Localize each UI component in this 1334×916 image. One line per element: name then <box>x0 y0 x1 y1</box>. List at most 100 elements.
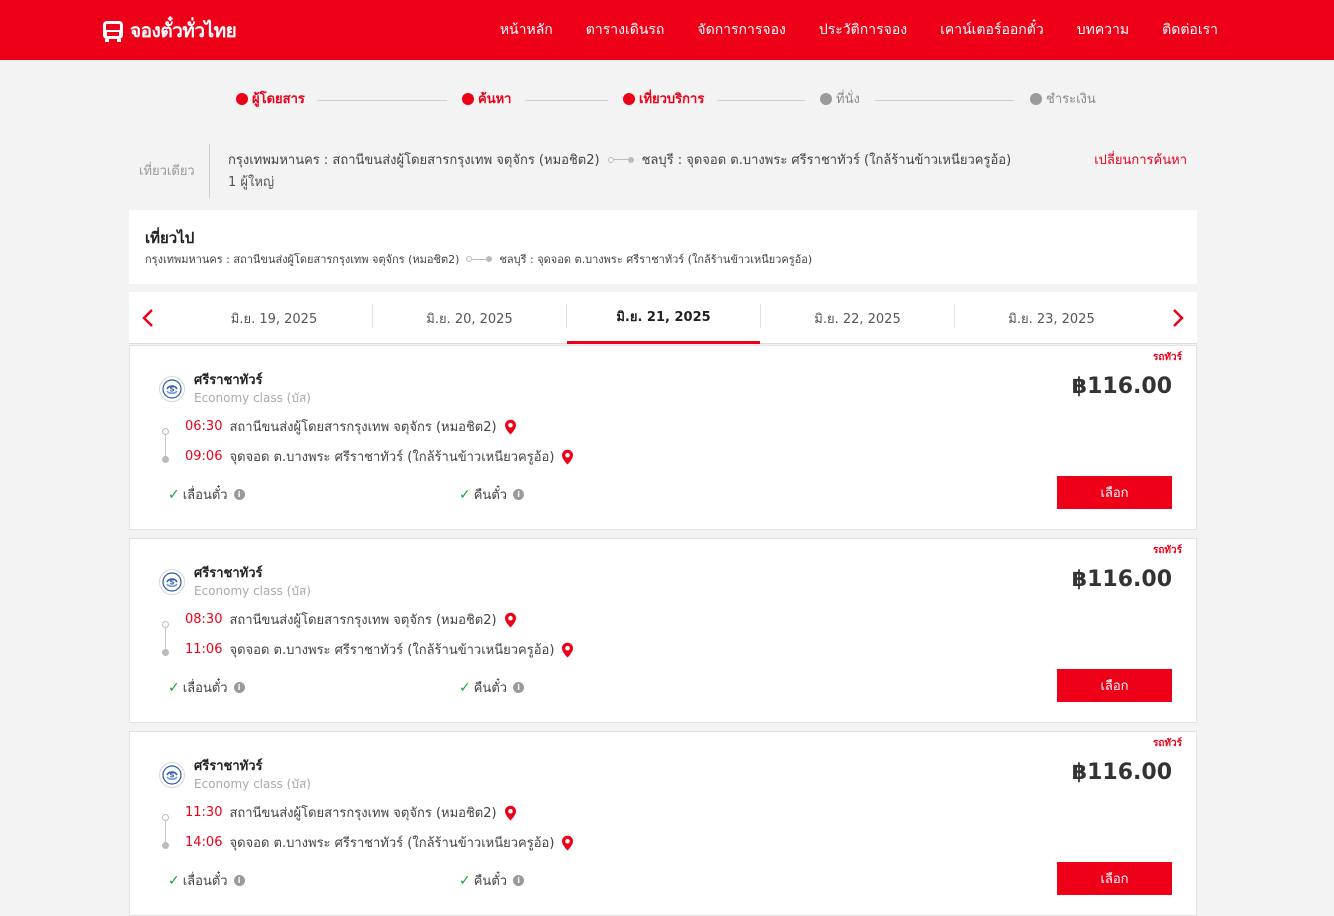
divider <box>209 144 210 198</box>
date-option[interactable]: มิ.ย. 20, 2025 <box>373 292 566 344</box>
info-icon[interactable]: i <box>233 489 245 500</box>
reschedule-policy: ✓ เลื่อนตั๋ว i <box>168 484 245 505</box>
arrival-place: จุดจอด ต.บางพระ ศรีราชาทัวร์ (ใกล้ร้านข้… <box>229 450 555 465</box>
operator-name: ศรีราชาทัวร์ <box>194 759 263 774</box>
departure-place: สถานีขนส่งผู้โดยสารกรุงเทพ จตุจักร (หมอช… <box>229 420 497 435</box>
outbound-destination: ชลบุรี : จุดจอด ต.บางพระ ศรีราชาทัวร์ (ใ… <box>499 253 813 266</box>
map-pin-icon[interactable] <box>504 805 517 821</box>
check-icon: ✓ <box>459 872 471 889</box>
arrival-time: 14:06 <box>185 835 223 850</box>
trip-price: ฿116.00 <box>1071 567 1172 592</box>
map-pin-icon[interactable] <box>504 419 517 435</box>
departure-time: 08:30 <box>185 612 223 627</box>
bus-type-tag: รถทัวร์ <box>1152 545 1182 556</box>
trip-card: รถทัวร์ S ศรีราชาทัวร์ Economy class (บัส) ฿… <box>129 538 1197 723</box>
select-trip-button[interactable]: เลือก <box>1057 862 1172 895</box>
info-icon[interactable]: i <box>233 875 245 886</box>
refund-policy: ✓ คืนตั๋ว i <box>459 484 525 505</box>
summary-origin: กรุงเทพมหานคร : สถานีขนส่งผู้โดยสารกรุงเ… <box>228 153 600 168</box>
nav-home[interactable]: หน้าหลัก <box>500 19 553 41</box>
chevron-right-icon[interactable] <box>1165 305 1191 331</box>
info-icon[interactable]: i <box>513 682 525 693</box>
reschedule-label: เลื่อนตั๋ว <box>182 681 228 696</box>
step-label: ที่นั่ง <box>836 92 860 107</box>
trip-type: เที่ยวเดียว <box>139 164 195 179</box>
info-icon[interactable]: i <box>513 875 525 886</box>
nav-booking-history[interactable]: ประวัติการจอง <box>819 19 907 41</box>
seat-class: Economy class (บัส) <box>194 391 311 405</box>
nav-ticket-counter[interactable]: เคาน์เตอร์ออกตั๋ว <box>940 19 1044 41</box>
route-timeline <box>162 621 170 656</box>
reschedule-label: เลื่อนตั๋ว <box>182 488 228 503</box>
refund-policy: ✓ คืนตั๋ว i <box>459 677 525 698</box>
check-icon: ✓ <box>168 872 180 889</box>
departure-place: สถานีขนส่งผู้โดยสารกรุงเทพ จตุจักร (หมอช… <box>229 806 497 821</box>
map-pin-icon[interactable] <box>561 449 574 465</box>
svg-text:S: S <box>169 772 174 780</box>
step-payment: ชำระเงิน <box>1030 88 1096 109</box>
site-logo[interactable]: จองตั๋วทั่วไทย <box>102 16 237 46</box>
departure-stop: 06:30 สถานีขนส่งผู้โดยสารกรุงเทพ จตุจักร … <box>185 416 517 437</box>
refund-label: คืนตั๋ว <box>473 681 508 696</box>
nav-schedule[interactable]: ตารางเดินรถ <box>586 19 665 41</box>
map-pin-icon[interactable] <box>504 612 517 628</box>
step-label: ค้นหา <box>478 92 512 107</box>
date-selector: มิ.ย. 19, 2025 มิ.ย. 20, 2025 มิ.ย. 21, … <box>129 292 1197 344</box>
outbound-header: เที่ยวไป กรุงเทพมหานคร : สถานีขนส่งผู้โด… <box>129 210 1197 284</box>
step-connector <box>525 100 608 101</box>
step-dot <box>820 92 832 105</box>
departure-stop: 08:30 สถานีขนส่งผู้โดยสารกรุงเทพ จตุจักร … <box>185 609 517 630</box>
step-connector <box>717 100 805 101</box>
booking-steps: ผู้โดยสาร ค้นหา เที่ยวบริการ ที่นั่ง ชำร… <box>236 88 1096 108</box>
step-connector <box>875 100 1014 101</box>
seat-class: Economy class (บัส) <box>194 584 311 598</box>
summary-destination: ชลบุรี : จุดจอด ต.บางพระ ศรีราชาทัวร์ (ใ… <box>641 153 1012 168</box>
step-search: ค้นหา <box>462 88 511 109</box>
outbound-route: กรุงเทพมหานคร : สถานีขนส่งผู้โดยสารกรุงเ… <box>145 250 812 268</box>
nav-contact[interactable]: ติดต่อเรา <box>1162 19 1218 41</box>
departure-stop: 11:30 สถานีขนส่งผู้โดยสารกรุงเทพ จตุจักร … <box>185 802 517 823</box>
date-option[interactable]: มิ.ย. 22, 2025 <box>761 292 954 344</box>
select-trip-button[interactable]: เลือก <box>1057 669 1172 702</box>
check-icon: ✓ <box>168 486 180 503</box>
info-icon[interactable]: i <box>513 489 525 500</box>
reschedule-policy: ✓ เลื่อนตั๋ว i <box>168 677 245 698</box>
arrival-stop: 14:06 จุดจอด ต.บางพระ ศรีราชาทัวร์ (ใกล้ร… <box>185 832 574 853</box>
reschedule-label: เลื่อนตั๋ว <box>182 874 228 889</box>
step-dot <box>462 92 474 105</box>
departure-time: 06:30 <box>185 419 223 434</box>
seat-class: Economy class (บัส) <box>194 777 311 791</box>
nav-manage-booking[interactable]: จัดการการจอง <box>697 19 785 41</box>
step-trip: เที่ยวบริการ <box>623 88 704 109</box>
trip-card: รถทัวร์ S ศรีราชาทัวร์ Economy class (บัส) ฿… <box>129 345 1197 530</box>
arrival-place: จุดจอด ต.บางพระ ศรีราชาทัวร์ (ใกล้ร้านข้… <box>229 643 555 658</box>
date-option[interactable]: มิ.ย. 23, 2025 <box>955 292 1148 344</box>
trip-price: ฿116.00 <box>1071 374 1172 399</box>
trip-price: ฿116.00 <box>1071 760 1172 785</box>
select-trip-button[interactable]: เลือก <box>1057 476 1172 509</box>
operator-name: ศรีราชาทัวร์ <box>194 373 263 388</box>
summary-route: กรุงเทพมหานคร : สถานีขนส่งผู้โดยสารกรุงเ… <box>228 149 1011 170</box>
arrival-time: 11:06 <box>185 642 223 657</box>
change-search-link[interactable]: เปลี่ยนการค้นหา <box>1094 149 1187 170</box>
route-connector-icon <box>466 256 493 262</box>
outbound-title: เที่ยวไป <box>145 229 195 247</box>
operator-name: ศรีราชาทัวร์ <box>194 566 263 581</box>
search-summary: เที่ยวเดียว กรุงเทพมหานคร : สถานีขนส่งผู… <box>129 142 1197 200</box>
route-timeline <box>162 428 170 463</box>
step-label: ผู้โดยสาร <box>252 92 305 107</box>
logo-text: จองตั๋วทั่วไทย <box>130 20 237 42</box>
operator-logo-icon: S <box>159 569 185 595</box>
nav-articles[interactable]: บทความ <box>1077 19 1129 41</box>
arrival-place: จุดจอด ต.บางพระ ศรีราชาทัวร์ (ใกล้ร้านข้… <box>229 836 555 851</box>
map-pin-icon[interactable] <box>561 642 574 658</box>
reschedule-policy: ✓ เลื่อนตั๋ว i <box>168 870 245 891</box>
date-option[interactable]: มิ.ย. 19, 2025 <box>177 292 371 344</box>
bus-type-tag: รถทัวร์ <box>1152 738 1182 749</box>
date-option-selected[interactable]: มิ.ย. 21, 2025 <box>567 292 760 344</box>
info-icon[interactable]: i <box>233 682 245 693</box>
main-nav: หน้าหลัก ตารางเดินรถ จัดการการจอง ประวัต… <box>467 0 1218 60</box>
chevron-left-icon[interactable] <box>135 305 161 331</box>
map-pin-icon[interactable] <box>561 835 574 851</box>
refund-label: คืนตั๋ว <box>473 488 508 503</box>
